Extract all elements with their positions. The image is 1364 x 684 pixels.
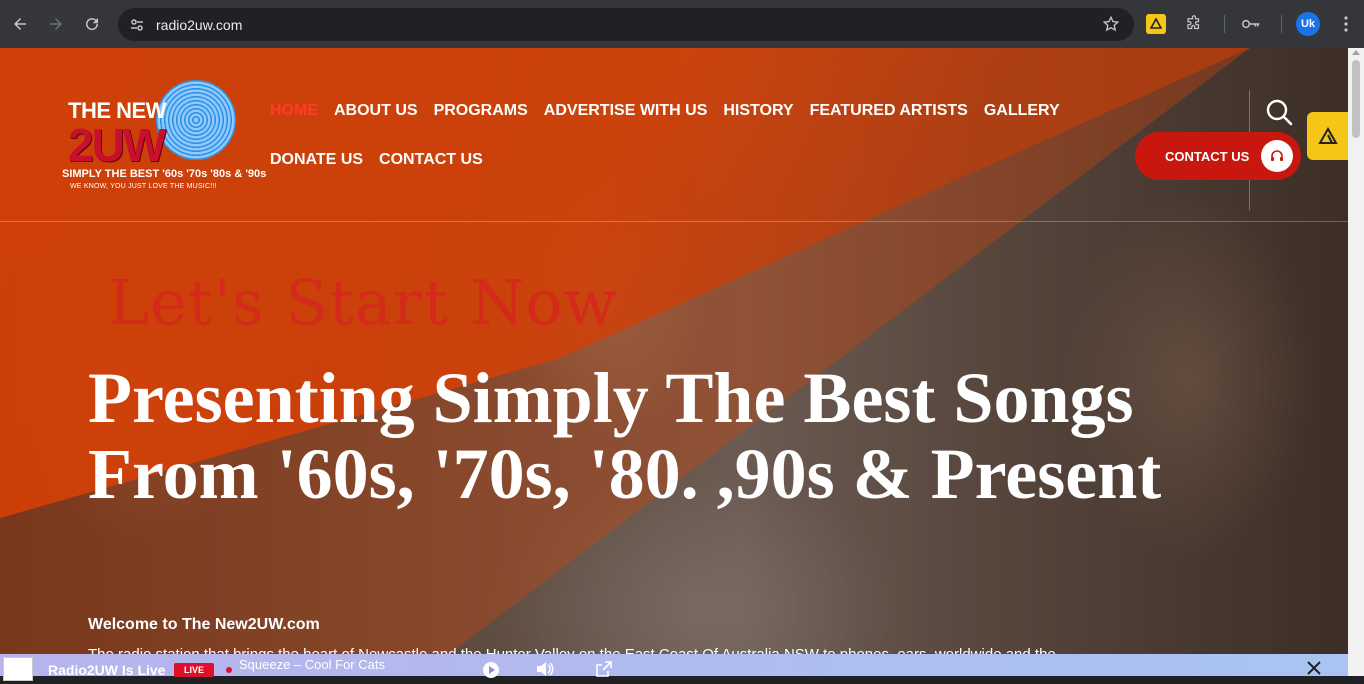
close-icon[interactable] bbox=[1306, 660, 1322, 681]
main-nav: HOME ABOUT US PROGRAMS ADVERTISE WITH US… bbox=[270, 94, 1060, 192]
url-text[interactable]: radio2uw.com bbox=[156, 17, 242, 33]
star-icon[interactable] bbox=[1102, 15, 1120, 38]
nav-donate-us[interactable]: DONATE US bbox=[270, 151, 363, 169]
hero-title: Presenting Simply The Best Songs From '6… bbox=[88, 358, 1162, 514]
play-icon[interactable] bbox=[482, 661, 500, 678]
headset-icon bbox=[1261, 140, 1293, 172]
profile-avatar[interactable]: Uk bbox=[1296, 12, 1320, 36]
nav-history[interactable]: HISTORY bbox=[723, 102, 793, 120]
contact-us-button-label: CONTACT US bbox=[1165, 148, 1250, 164]
now-playing-song: Squeeze – Cool For Cats bbox=[239, 657, 385, 672]
vinyl-disc-icon bbox=[156, 80, 236, 160]
toolbar-separator bbox=[1281, 15, 1282, 33]
nav-programs[interactable]: PROGRAMS bbox=[434, 102, 528, 120]
accessibility-widget-icon[interactable] bbox=[1307, 112, 1348, 160]
logo-2uw: 2UW bbox=[68, 119, 166, 171]
nav-featured-artists[interactable]: FEATURED ARTISTS bbox=[810, 102, 968, 120]
header-divider bbox=[0, 221, 1348, 222]
key-icon[interactable] bbox=[1239, 12, 1263, 36]
scroll-up-icon[interactable] bbox=[1352, 50, 1360, 55]
live-dot-icon bbox=[226, 667, 232, 673]
contact-us-button[interactable]: CONTACT US bbox=[1135, 132, 1301, 180]
station-thumbnail bbox=[3, 657, 33, 681]
nav-gallery[interactable]: GALLERY bbox=[984, 102, 1060, 120]
browser-toolbar: radio2uw.com Uk bbox=[0, 0, 1364, 48]
site-info-icon[interactable] bbox=[122, 17, 152, 33]
popout-icon[interactable] bbox=[596, 661, 614, 677]
nav-home[interactable]: HOME bbox=[270, 102, 318, 120]
toolbar-separator bbox=[1224, 15, 1225, 33]
menu-icon[interactable] bbox=[1334, 12, 1358, 36]
scrollbar-thumb[interactable] bbox=[1352, 60, 1360, 138]
nav-advertise-with-us[interactable]: ADVERTISE WITH US bbox=[544, 102, 708, 120]
back-icon[interactable] bbox=[2, 6, 38, 42]
puzzle-icon[interactable] bbox=[1182, 12, 1206, 36]
radio-player-bar: Radio2UW Is Live LIVE Squeeze – Cool For… bbox=[0, 654, 1348, 681]
hero-welcome: Welcome to The New2UW.com bbox=[88, 616, 320, 633]
page-scrollbar[interactable] bbox=[1348, 48, 1364, 676]
live-badge: LIVE bbox=[174, 663, 214, 677]
nav-about-us[interactable]: ABOUT US bbox=[334, 102, 418, 120]
extension-icon[interactable] bbox=[1146, 14, 1166, 34]
address-bar[interactable]: radio2uw.com bbox=[118, 8, 1134, 41]
reload-icon[interactable] bbox=[74, 6, 110, 42]
forward-icon[interactable] bbox=[38, 6, 74, 42]
logo-tagline: SIMPLY THE BEST '60s '70s '80s & '90s bbox=[62, 168, 267, 180]
search-icon[interactable] bbox=[1265, 98, 1295, 128]
hero-script-heading: Let's Start Now bbox=[108, 266, 618, 339]
nav-contact-us[interactable]: CONTACT US bbox=[379, 151, 483, 169]
webpage: THE NEW 2UW SIMPLY THE BEST '60s '70s '8… bbox=[0, 48, 1348, 676]
logo-subtagline: WE KNOW, YOU JUST LOVE THE MUSIC!!! bbox=[70, 183, 217, 190]
site-logo[interactable]: THE NEW 2UW SIMPLY THE BEST '60s '70s '8… bbox=[62, 80, 266, 198]
volume-icon[interactable] bbox=[536, 661, 554, 677]
